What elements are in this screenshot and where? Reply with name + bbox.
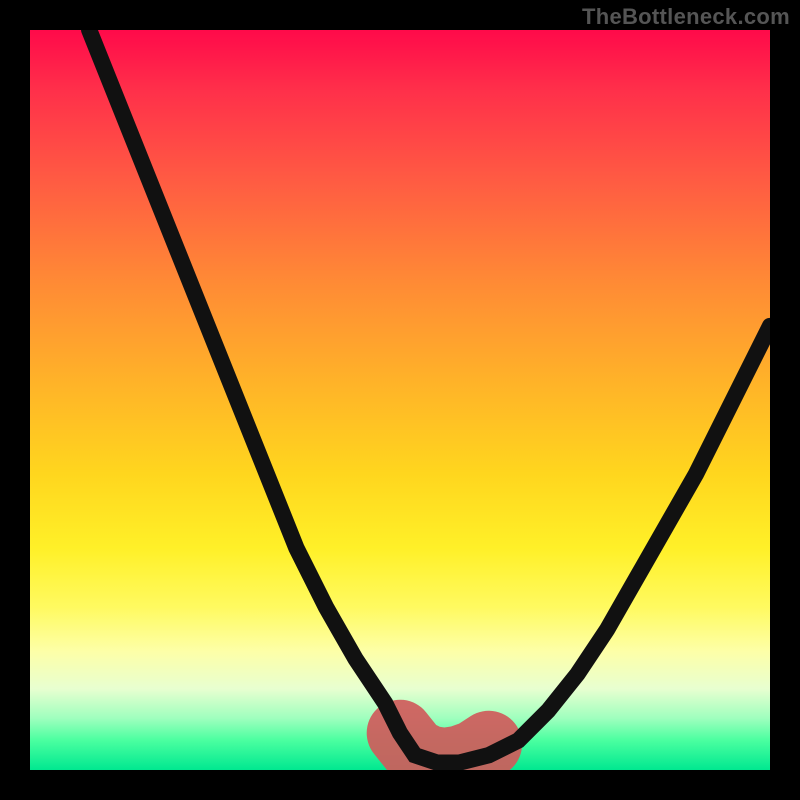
chart-svg: [30, 30, 770, 770]
plot-area: [30, 30, 770, 770]
chart-frame: TheBottleneck.com: [0, 0, 800, 800]
bottleneck-curve: [89, 30, 770, 763]
watermark-text: TheBottleneck.com: [582, 4, 790, 30]
